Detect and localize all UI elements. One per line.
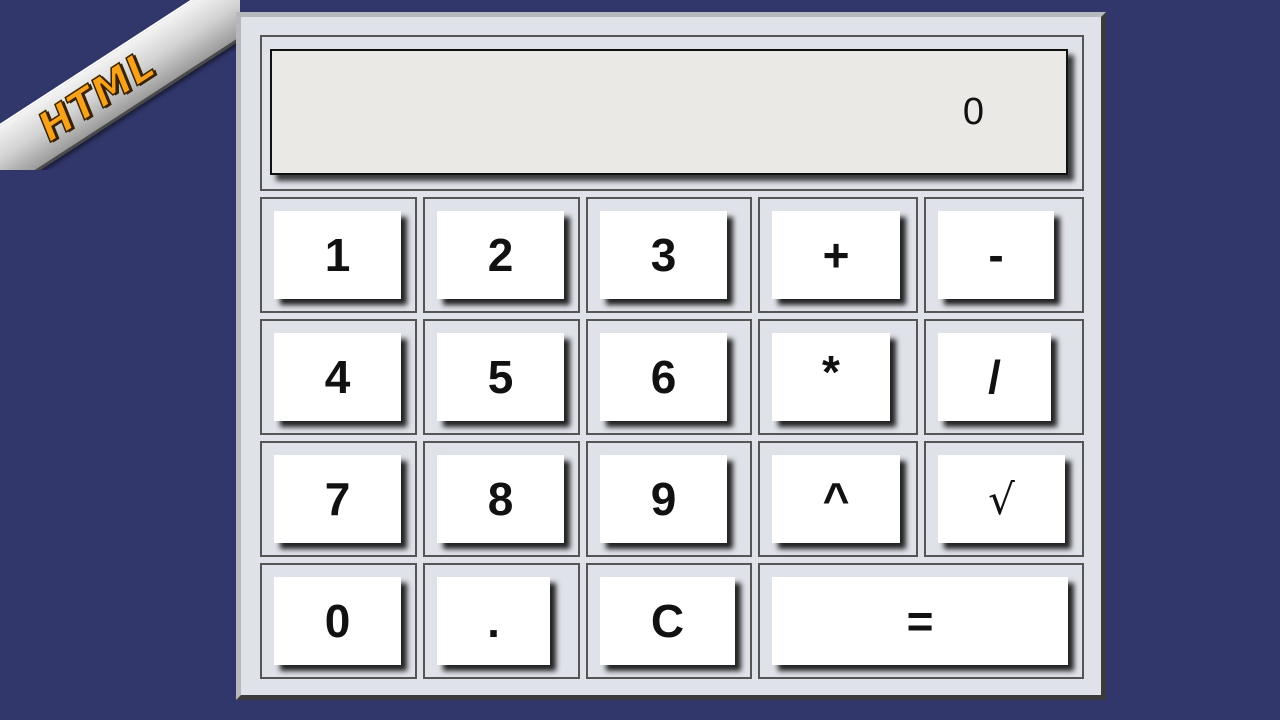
key-multiply[interactable]: * bbox=[772, 333, 890, 421]
key-equals[interactable]: = bbox=[772, 577, 1068, 665]
html-badge: HTML bbox=[0, 0, 240, 170]
key-cell: 1 bbox=[260, 197, 417, 313]
key-cell: ^ bbox=[758, 441, 918, 557]
key-cell: 2 bbox=[423, 197, 580, 313]
html-badge-label: HTML bbox=[29, 41, 165, 152]
key-power[interactable]: ^ bbox=[772, 455, 900, 543]
key-9[interactable]: 9 bbox=[600, 455, 727, 543]
key-cell: 7 bbox=[260, 441, 417, 557]
key-clear[interactable]: C bbox=[600, 577, 735, 665]
key-5[interactable]: 5 bbox=[437, 333, 564, 421]
html-ribbon: HTML bbox=[0, 0, 240, 170]
key-8[interactable]: 8 bbox=[437, 455, 564, 543]
calculator: 0 1 2 3 + - 4 5 6 * / 7 8 9 ^ √ 0 . C = bbox=[236, 12, 1106, 700]
key-divide[interactable]: / bbox=[938, 333, 1051, 421]
key-cell: + bbox=[758, 197, 918, 313]
key-2[interactable]: 2 bbox=[437, 211, 564, 299]
key-3[interactable]: 3 bbox=[600, 211, 727, 299]
calculator-display[interactable]: 0 bbox=[270, 49, 1068, 175]
key-1[interactable]: 1 bbox=[274, 211, 401, 299]
key-7[interactable]: 7 bbox=[274, 455, 401, 543]
key-cell: - bbox=[924, 197, 1084, 313]
key-cell: 9 bbox=[586, 441, 752, 557]
key-sqrt[interactable]: √ bbox=[938, 455, 1065, 543]
key-6[interactable]: 6 bbox=[600, 333, 727, 421]
key-cell: . bbox=[423, 563, 580, 679]
key-cell: √ bbox=[924, 441, 1084, 557]
key-0[interactable]: 0 bbox=[274, 577, 401, 665]
key-add[interactable]: + bbox=[772, 211, 900, 299]
key-cell: 3 bbox=[586, 197, 752, 313]
key-cell: / bbox=[924, 319, 1084, 435]
key-cell: 5 bbox=[423, 319, 580, 435]
key-4[interactable]: 4 bbox=[274, 333, 401, 421]
display-cell: 0 bbox=[260, 35, 1084, 191]
key-cell: * bbox=[758, 319, 918, 435]
key-subtract[interactable]: - bbox=[938, 211, 1054, 299]
key-cell: 8 bbox=[423, 441, 580, 557]
key-cell: C bbox=[586, 563, 752, 679]
key-cell: = bbox=[758, 563, 1084, 679]
key-decimal[interactable]: . bbox=[437, 577, 550, 665]
key-cell: 0 bbox=[260, 563, 417, 679]
key-cell: 6 bbox=[586, 319, 752, 435]
key-cell: 4 bbox=[260, 319, 417, 435]
